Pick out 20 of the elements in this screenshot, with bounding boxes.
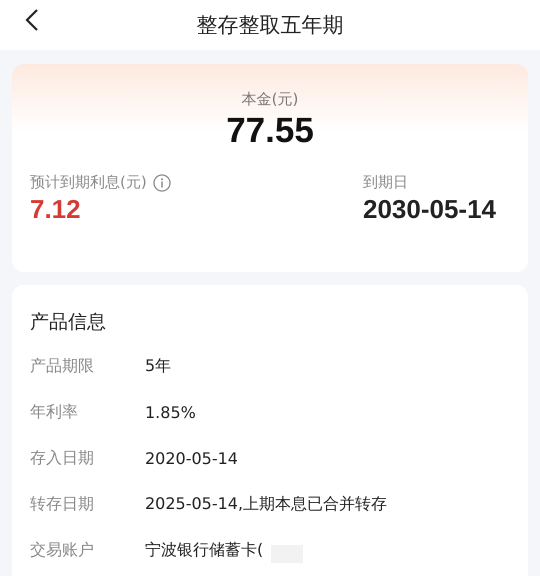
info-value: 2025-05-14,上期本息已合并转存: [145, 494, 388, 514]
interest-label: 预计到期利息(元): [30, 173, 147, 192]
info-icon[interactable]: [152, 174, 171, 192]
back-icon[interactable]: [25, 8, 39, 32]
principal-label: 本金(元): [242, 90, 298, 109]
principal-amount: 77.55: [226, 111, 314, 151]
info-label: 存入日期: [30, 448, 95, 468]
info-value: 2020-05-14: [145, 448, 238, 468]
maturity-label: 到期日: [363, 173, 409, 192]
maturity-date: 2030-05-14: [363, 194, 496, 225]
page-title: 整存整取五年期: [196, 12, 344, 39]
info-label: 产品期限: [30, 356, 95, 376]
info-value: 1.85%: [145, 402, 196, 422]
interest-amount: 7.12: [30, 194, 82, 225]
info-label: 转存日期: [30, 494, 95, 514]
section-title: 产品信息: [30, 310, 107, 335]
info-value: 5年: [145, 356, 172, 376]
info-value: 宁波银行储蓄卡(: [145, 540, 264, 560]
info-label: 年利率: [30, 402, 79, 422]
info-label: 交易账户: [30, 540, 95, 560]
